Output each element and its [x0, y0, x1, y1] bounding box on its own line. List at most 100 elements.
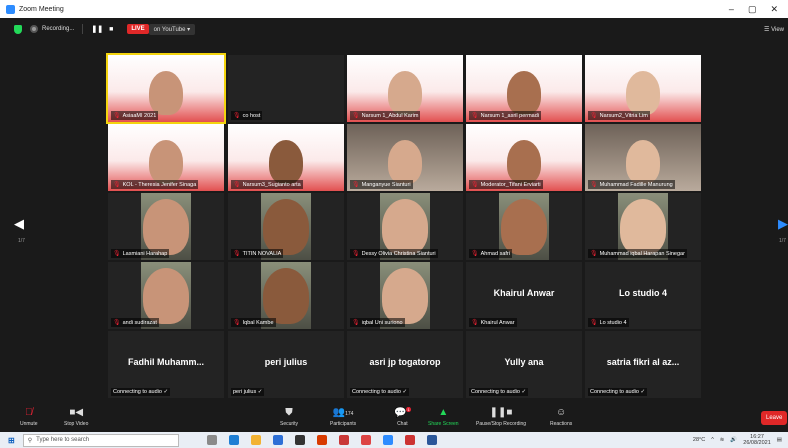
participant-tile[interactable]: 🎙 Lasmiani Harahap — [108, 193, 224, 260]
participant-tile[interactable]: 🎙 Dessy Olivia Christina Sianturi — [347, 193, 463, 260]
participant-name: Connecting to audio ✓ — [590, 389, 646, 395]
muted-mic-icon: 🎙 — [590, 182, 598, 188]
window-titlebar: Zoom Meeting – ▢ ✕ — [0, 0, 788, 18]
windows-start-icon[interactable]: ⊞ — [8, 436, 15, 445]
participant-tile[interactable]: 🎙 TITIN NOVALIA — [228, 193, 344, 260]
participant-display-name: Fadhil Muhamm... — [127, 357, 204, 367]
participant-tile[interactable]: 🎙 Narsum 1_Abdul Karim — [347, 55, 463, 122]
acrobat-icon[interactable] — [338, 435, 349, 445]
participant-tile[interactable]: Lo studio 4 🎙 Lo studio 4 — [585, 262, 701, 329]
participant-tile[interactable]: 🎙 Ahmad safri — [466, 193, 582, 260]
participant-tile[interactable]: Khairul Anwar 🎙 Khairul Anwar — [466, 262, 582, 329]
muted-mic-icon: 🎙 — [590, 113, 598, 119]
muted-mic-icon: 🎙 — [352, 320, 360, 326]
unmute-label: Unmute — [20, 421, 38, 427]
weather-temperature[interactable]: 28°C — [693, 437, 705, 443]
participant-tile[interactable]: 🎙 KOL - Theresia Jenifer Sinaga — [108, 124, 224, 191]
muted-mic-icon: 🎙 — [471, 320, 479, 326]
previous-page-arrow-icon[interactable]: ◀ — [14, 216, 24, 232]
stop-recording-button[interactable]: ■ — [109, 26, 113, 33]
participant-tile[interactable]: 🎙 andi sudirazat — [108, 262, 224, 329]
app-icon-2[interactable] — [404, 435, 415, 445]
stop-video-button[interactable]: ■◀ Stop Video — [64, 407, 88, 427]
shield-icon[interactable] — [14, 24, 22, 34]
participant-figure — [507, 71, 541, 115]
store-icon[interactable] — [272, 435, 283, 445]
participants-icon: 👥174 — [332, 407, 354, 418]
participant-tile[interactable]: 🎙 Muhammad iqbal Harapan Sinegar — [585, 193, 701, 260]
participant-tile[interactable]: 🎙 Manganyue Sianturi — [347, 124, 463, 191]
participant-tile[interactable]: 🎙 iqbal Uni suriono — [347, 262, 463, 329]
video-camera-icon: ■◀ — [69, 407, 84, 418]
notification-icon[interactable]: ▤ — [777, 437, 782, 443]
security-button[interactable]: ⛊ Security — [280, 407, 298, 427]
tray-chevron-icon[interactable]: ^ — [711, 437, 714, 443]
app-icon[interactable] — [360, 435, 371, 445]
minimize-button[interactable]: – — [729, 4, 734, 15]
unmute-button[interactable]: 🎙̸ Unmute — [20, 407, 38, 427]
chrome-icon[interactable] — [294, 435, 305, 445]
participant-tile[interactable]: 🎙 Narsum 1_asril permadi — [466, 55, 582, 122]
participant-tile[interactable]: Fadhil Muhamm... Connecting to audio ✓ — [108, 331, 224, 398]
clock[interactable]: 16:27 26/08/2021 — [743, 434, 771, 446]
leave-button[interactable]: Leave — [761, 411, 788, 425]
participant-figure — [507, 140, 541, 184]
zoom-taskbar-icon[interactable] — [382, 435, 393, 445]
live-badge[interactable]: LIVE — [127, 24, 149, 34]
participant-figure — [388, 140, 422, 184]
muted-mic-icon: 🎙 — [233, 251, 241, 257]
participant-display-name: Yully ana — [504, 357, 544, 367]
participant-name: Connecting to audio ✓ — [352, 389, 408, 395]
participant-tile[interactable]: Yully ana Connecting to audio ✓ — [466, 331, 582, 398]
volume-icon[interactable]: 🔊 — [730, 437, 737, 443]
participant-tile[interactable]: 🎙 AsiaaMI 2021 — [106, 53, 226, 124]
participant-tile[interactable]: 🎙 Iqbal Kambe — [228, 262, 344, 329]
file-explorer-icon[interactable] — [250, 435, 261, 445]
edge-browser-icon[interactable] — [228, 435, 239, 445]
chat-badge: 1 — [406, 407, 411, 412]
search-icon: ⚲ — [27, 437, 33, 444]
participant-name: andi sudirazat — [122, 320, 157, 326]
participant-tile[interactable]: asri jp togatorop Connecting to audio ✓ — [347, 331, 463, 398]
participant-figure — [388, 71, 422, 115]
powerpoint-icon[interactable] — [316, 435, 327, 445]
close-button[interactable]: ✕ — [770, 4, 778, 15]
participant-name: Narsum2_Vitria Lim — [599, 113, 648, 119]
view-button[interactable]: ☰ View — [764, 26, 784, 33]
participant-figure — [626, 71, 660, 115]
participant-display-name: asri jp togatorop — [369, 357, 441, 367]
participant-name-label: 🎙 Lo studio 4 — [588, 318, 629, 327]
participant-name: Muhammad Fadille Manurung — [599, 182, 673, 188]
participant-figure — [143, 199, 189, 255]
maximize-button[interactable]: ▢ — [748, 4, 757, 15]
participant-tile[interactable]: 🎙 Muhammad Fadille Manurung — [585, 124, 701, 191]
chat-button[interactable]: 💬1 Chat — [394, 407, 411, 427]
participants-button[interactable]: 👥174 Participants — [330, 407, 356, 427]
share-screen-button[interactable]: ▲ Share Screen — [428, 407, 459, 427]
participant-tile[interactable]: 🎙 Narsum2_Vitria Lim — [585, 55, 701, 122]
participant-tile[interactable]: satria fikri al az... Connecting to audio… — [585, 331, 701, 398]
reactions-button[interactable]: ☺ Reactions — [550, 407, 572, 427]
divider — [82, 24, 84, 34]
participant-name-label: Connecting to audio ✓ — [588, 388, 648, 396]
participant-tile[interactable]: 🎙 co host — [228, 55, 344, 122]
participant-name: Khairul Anwar — [480, 320, 515, 326]
next-page-arrow-icon[interactable]: ▶ — [778, 216, 788, 232]
pause-stop-recording-button[interactable]: ❚❚■ Pause/Stop Recording — [476, 407, 526, 427]
muted-mic-icon: 🎙 — [471, 251, 479, 257]
taskbar-search-input[interactable]: ⚲ Type here to search — [22, 433, 179, 447]
participant-name: Ahmad safri — [480, 251, 510, 257]
word-icon[interactable] — [426, 435, 437, 445]
pause-recording-button[interactable]: ❚❚ — [91, 25, 103, 33]
participant-figure — [263, 199, 309, 255]
stop-video-label: Stop Video — [64, 421, 89, 427]
participant-tile[interactable]: peri julius peri julius ✓ — [228, 331, 344, 398]
participant-name-label: 🎙 co host — [231, 111, 263, 120]
participant-name: Lo studio 4 — [599, 320, 627, 326]
participant-name-label: 🎙 Narsum 1_Abdul Karim — [350, 111, 421, 120]
wifi-icon[interactable]: ≋ — [720, 437, 725, 443]
stream-destination-dropdown[interactable]: on YouTube ▾ — [148, 23, 196, 35]
task-view-icon[interactable] — [206, 435, 217, 445]
participant-tile[interactable]: 🎙 Moderator_Tifani Erviarti — [466, 124, 582, 191]
participant-tile[interactable]: 🎙 Narsum3_Sugianto arta — [228, 124, 344, 191]
